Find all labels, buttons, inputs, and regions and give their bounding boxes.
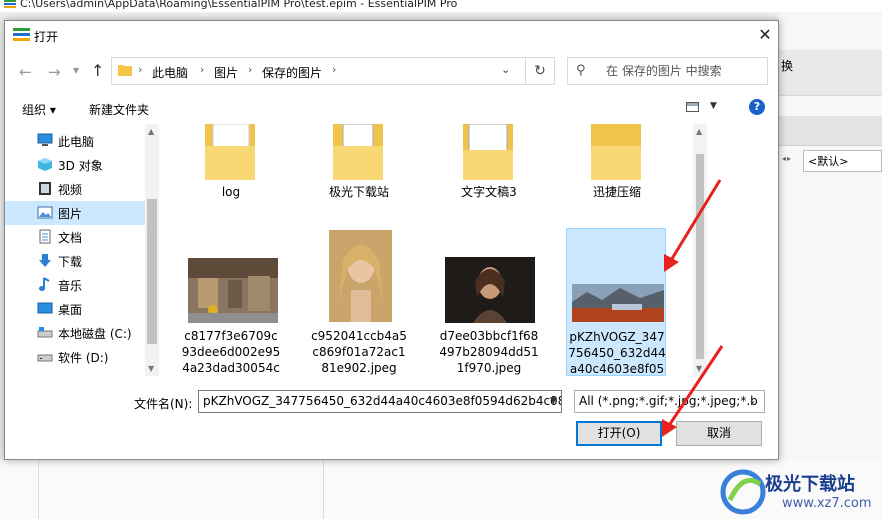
watermark-title: 极光下载站 <box>765 474 855 495</box>
watermark-url: www.xz7.com <box>782 496 872 511</box>
arrow-icon <box>662 345 724 437</box>
arrow-icon <box>664 179 722 272</box>
annotation-arrows <box>662 179 724 437</box>
